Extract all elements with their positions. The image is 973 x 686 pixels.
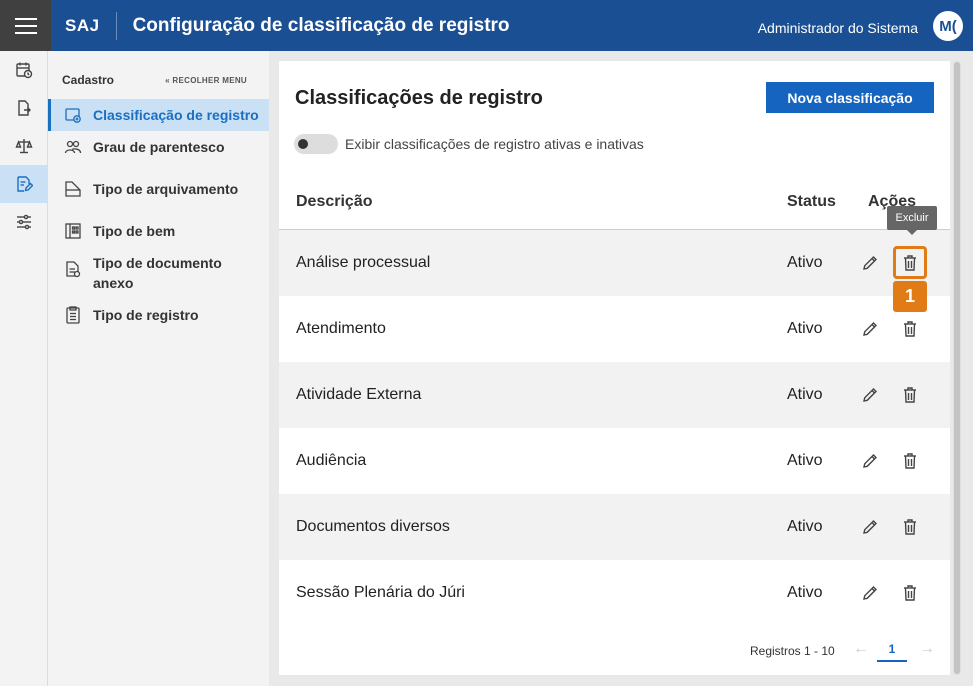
pencil-icon[interactable] — [861, 320, 879, 338]
pencil-icon[interactable] — [861, 584, 879, 602]
document-attach-icon — [64, 260, 82, 278]
side-menu-title: Cadastro — [62, 73, 115, 87]
column-header-status[interactable]: Status — [787, 193, 836, 211]
header-divider — [115, 11, 117, 40]
table-row: Sessão Plenária do Júri Ativo — [279, 560, 950, 626]
row-status: Ativo — [787, 254, 823, 271]
sidebar-item-label: Tipo de arquivamento — [93, 181, 239, 197]
folder-add-icon — [64, 106, 82, 124]
row-status: Ativo — [787, 386, 823, 403]
row-description: Documentos diversos — [296, 518, 450, 535]
arrow-left-icon[interactable]: ← — [853, 640, 869, 658]
table-row: Audiência Ativo — [279, 428, 950, 494]
rail-edit-document-icon[interactable] — [0, 165, 48, 203]
row-status: Ativo — [787, 452, 823, 469]
collapse-menu-button[interactable]: « RECOLHER MENU — [165, 76, 247, 85]
row-status: Ativo — [787, 320, 823, 337]
sidebar-item-tipo-arquivamento[interactable]: Tipo de arquivamento — [48, 173, 269, 205]
new-classification-button[interactable]: Nova classificação — [766, 82, 934, 113]
clipboard-list-icon — [64, 306, 82, 324]
table-row: Documentos diversos Ativo — [279, 494, 950, 560]
arrow-right-icon[interactable]: → — [919, 640, 935, 658]
trash-icon[interactable] — [901, 451, 919, 471]
user-name[interactable]: Administrador do Sistema — [758, 20, 918, 36]
page-header-title: Configuração de classificação de registr… — [132, 14, 510, 36]
sidebar-item-label: Classificação de registro — [93, 107, 259, 123]
pencil-icon[interactable] — [861, 518, 879, 536]
table-row: Atividade Externa Ativo — [279, 362, 950, 428]
page-title: Classificações de registro — [295, 87, 543, 109]
hamburger-menu-icon[interactable] — [0, 0, 51, 51]
toggle-row: Exibir classificações de registro ativas… — [294, 134, 644, 154]
pagination-summary: Registros 1 - 10 — [750, 644, 835, 658]
table-row: Análise processual Ativo — [279, 230, 950, 296]
pencil-icon[interactable] — [861, 386, 879, 404]
row-description: Análise processual — [296, 254, 431, 271]
people-icon — [64, 138, 82, 156]
side-menu-header: Cadastro « RECOLHER MENU — [48, 51, 269, 91]
column-header-descricao[interactable]: Descrição — [296, 193, 373, 211]
rail-scale-icon[interactable] — [0, 127, 48, 165]
avatar[interactable]: M( — [933, 11, 963, 41]
delete-tooltip: Excluir — [887, 206, 937, 235]
row-status: Ativo — [787, 518, 823, 535]
sidebar-item-label: Grau de parentesco — [93, 139, 225, 155]
pencil-icon[interactable] — [861, 452, 879, 470]
rail-document-share-icon[interactable] — [0, 89, 48, 127]
icon-rail — [0, 51, 48, 686]
main-card: Classificações de registro Nova classifi… — [279, 61, 950, 675]
row-description: Audiência — [296, 452, 367, 469]
sidebar-item-label: Tipo de bem — [93, 223, 176, 239]
trash-icon[interactable] — [901, 385, 919, 405]
table-row: Atendimento Ativo — [279, 296, 950, 362]
highlight-badge: 1 — [893, 281, 927, 312]
building-icon — [64, 222, 82, 240]
trash-icon[interactable] — [901, 583, 919, 603]
trash-icon[interactable] — [901, 319, 919, 339]
top-header: SAJ Configuração de classificação de reg… — [0, 0, 973, 51]
toggle-label: Exibir classificações de registro ativas… — [345, 136, 644, 152]
row-description: Atendimento — [296, 320, 386, 337]
collapse-menu-label: RECOLHER MENU — [172, 75, 247, 85]
sidebar-item-tipo-bem[interactable]: Tipo de bem — [48, 215, 269, 247]
rail-calendar-clock-icon[interactable] — [0, 51, 48, 89]
row-description: Sessão Plenária do Júri — [296, 584, 465, 601]
show-inactive-toggle[interactable] — [294, 134, 338, 154]
pencil-icon[interactable] — [861, 254, 879, 272]
highlight-box — [893, 246, 927, 279]
brand-logo[interactable]: SAJ — [65, 16, 100, 36]
page-number-button[interactable]: 1 — [877, 642, 907, 662]
sidebar-item-label: Tipo de documento anexo — [93, 255, 222, 291]
trash-icon[interactable] — [901, 517, 919, 537]
sidebar-item-classificacao[interactable]: Classificação de registro — [48, 99, 269, 131]
sidebar-item-tipo-documento-anexo[interactable]: Tipo de documento anexo — [48, 247, 269, 299]
sidebar-item-grau-parentesco[interactable]: Grau de parentesco — [48, 131, 269, 163]
row-status: Ativo — [787, 584, 823, 601]
row-description: Atividade Externa — [296, 386, 422, 403]
rail-sliders-icon[interactable] — [0, 203, 48, 241]
side-menu: Cadastro « RECOLHER MENU Classificação d… — [48, 51, 269, 686]
archive-icon — [64, 180, 82, 198]
sidebar-item-label: Tipo de registro — [93, 307, 199, 323]
sidebar-item-tipo-registro[interactable]: Tipo de registro — [48, 299, 269, 331]
scrollbar-thumb[interactable] — [954, 62, 960, 674]
